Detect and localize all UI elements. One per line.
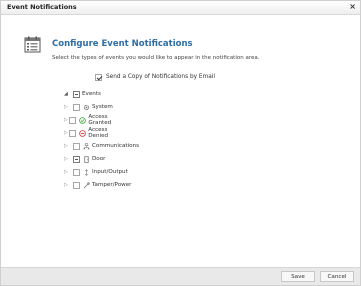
tree-node-door[interactable]: ▷ Door xyxy=(64,154,105,164)
tree-node-access-granted[interactable]: ▷ Access Granted xyxy=(64,114,115,126)
email-copy-label: Send a Copy of Notifications by Email xyxy=(106,74,215,80)
title-bar: Event Notifications × xyxy=(1,1,360,15)
check-circle-icon xyxy=(79,116,87,124)
access-granted-checkbox[interactable] xyxy=(69,116,77,124)
access-denied-checkbox[interactable] xyxy=(69,129,77,137)
tree-node-access-denied[interactable]: ▷ Access Denied xyxy=(64,127,112,139)
tri-state-checkbox[interactable] xyxy=(73,90,80,98)
door-icon xyxy=(84,155,89,163)
tree-node-communications[interactable]: ▷ Communications xyxy=(64,141,139,151)
dialog-footer: Save Cancel xyxy=(1,267,360,285)
calendar-list-icon xyxy=(24,36,41,53)
close-icon[interactable]: × xyxy=(349,2,356,11)
expand-arrow-icon[interactable]: ▷ xyxy=(64,182,73,188)
expand-arrow-icon[interactable]: ▷ xyxy=(64,156,73,162)
tree-node-system[interactable]: ▷ System xyxy=(64,102,113,112)
denied-circle-icon xyxy=(79,129,86,137)
tree-root-label: Events xyxy=(82,91,101,97)
tree-node-tamper-power[interactable]: ▷ Tamper/Power xyxy=(64,180,131,190)
communications-checkbox[interactable] xyxy=(73,142,80,150)
cancel-button[interactable]: Cancel xyxy=(320,271,354,282)
events-tree: ◢ Events ▷ System ▷ Access Granted ▷ Acc… xyxy=(64,89,139,189)
tree-item-label: Input/Output xyxy=(92,169,128,175)
tree-item-label: Door xyxy=(92,156,106,162)
page-title: Configure Event Notifications xyxy=(52,39,193,49)
expand-arrow-icon[interactable]: ▷ xyxy=(64,143,73,149)
email-copy-checkbox[interactable] xyxy=(95,73,102,81)
tree-node-input-output[interactable]: ▷ Input/Output xyxy=(64,167,128,177)
dialog-title: Event Notifications xyxy=(7,3,77,11)
expand-arrow-icon[interactable]: ▷ xyxy=(64,104,73,110)
expand-arrow-icon[interactable]: ▷ xyxy=(64,169,73,175)
network-icon xyxy=(83,142,90,149)
io-icon xyxy=(84,168,89,176)
tree-item-label: Tamper/Power xyxy=(92,182,132,188)
tamper-power-checkbox[interactable] xyxy=(73,181,80,189)
tree-item-label: Access Denied xyxy=(88,127,109,139)
system-checkbox[interactable] xyxy=(73,103,80,111)
tree-item-label: Communications xyxy=(92,143,140,149)
door-checkbox[interactable] xyxy=(73,155,80,163)
event-notifications-dialog: Event Notifications × Configure Event No… xyxy=(0,0,361,286)
tree-item-label: Access Granted xyxy=(88,114,112,126)
tamper-power-icon xyxy=(83,181,90,188)
tree-item-label: System xyxy=(92,104,113,110)
collapse-arrow-icon[interactable]: ◢ xyxy=(64,91,73,97)
page-description: Select the types of events you would lik… xyxy=(52,55,260,61)
tree-node-events[interactable]: ◢ Events xyxy=(64,89,101,99)
input-output-checkbox[interactable] xyxy=(73,168,80,176)
gear-icon xyxy=(83,104,90,110)
save-button[interactable]: Save xyxy=(281,271,315,282)
email-copy-option[interactable]: Send a Copy of Notifications by Email xyxy=(95,72,215,82)
